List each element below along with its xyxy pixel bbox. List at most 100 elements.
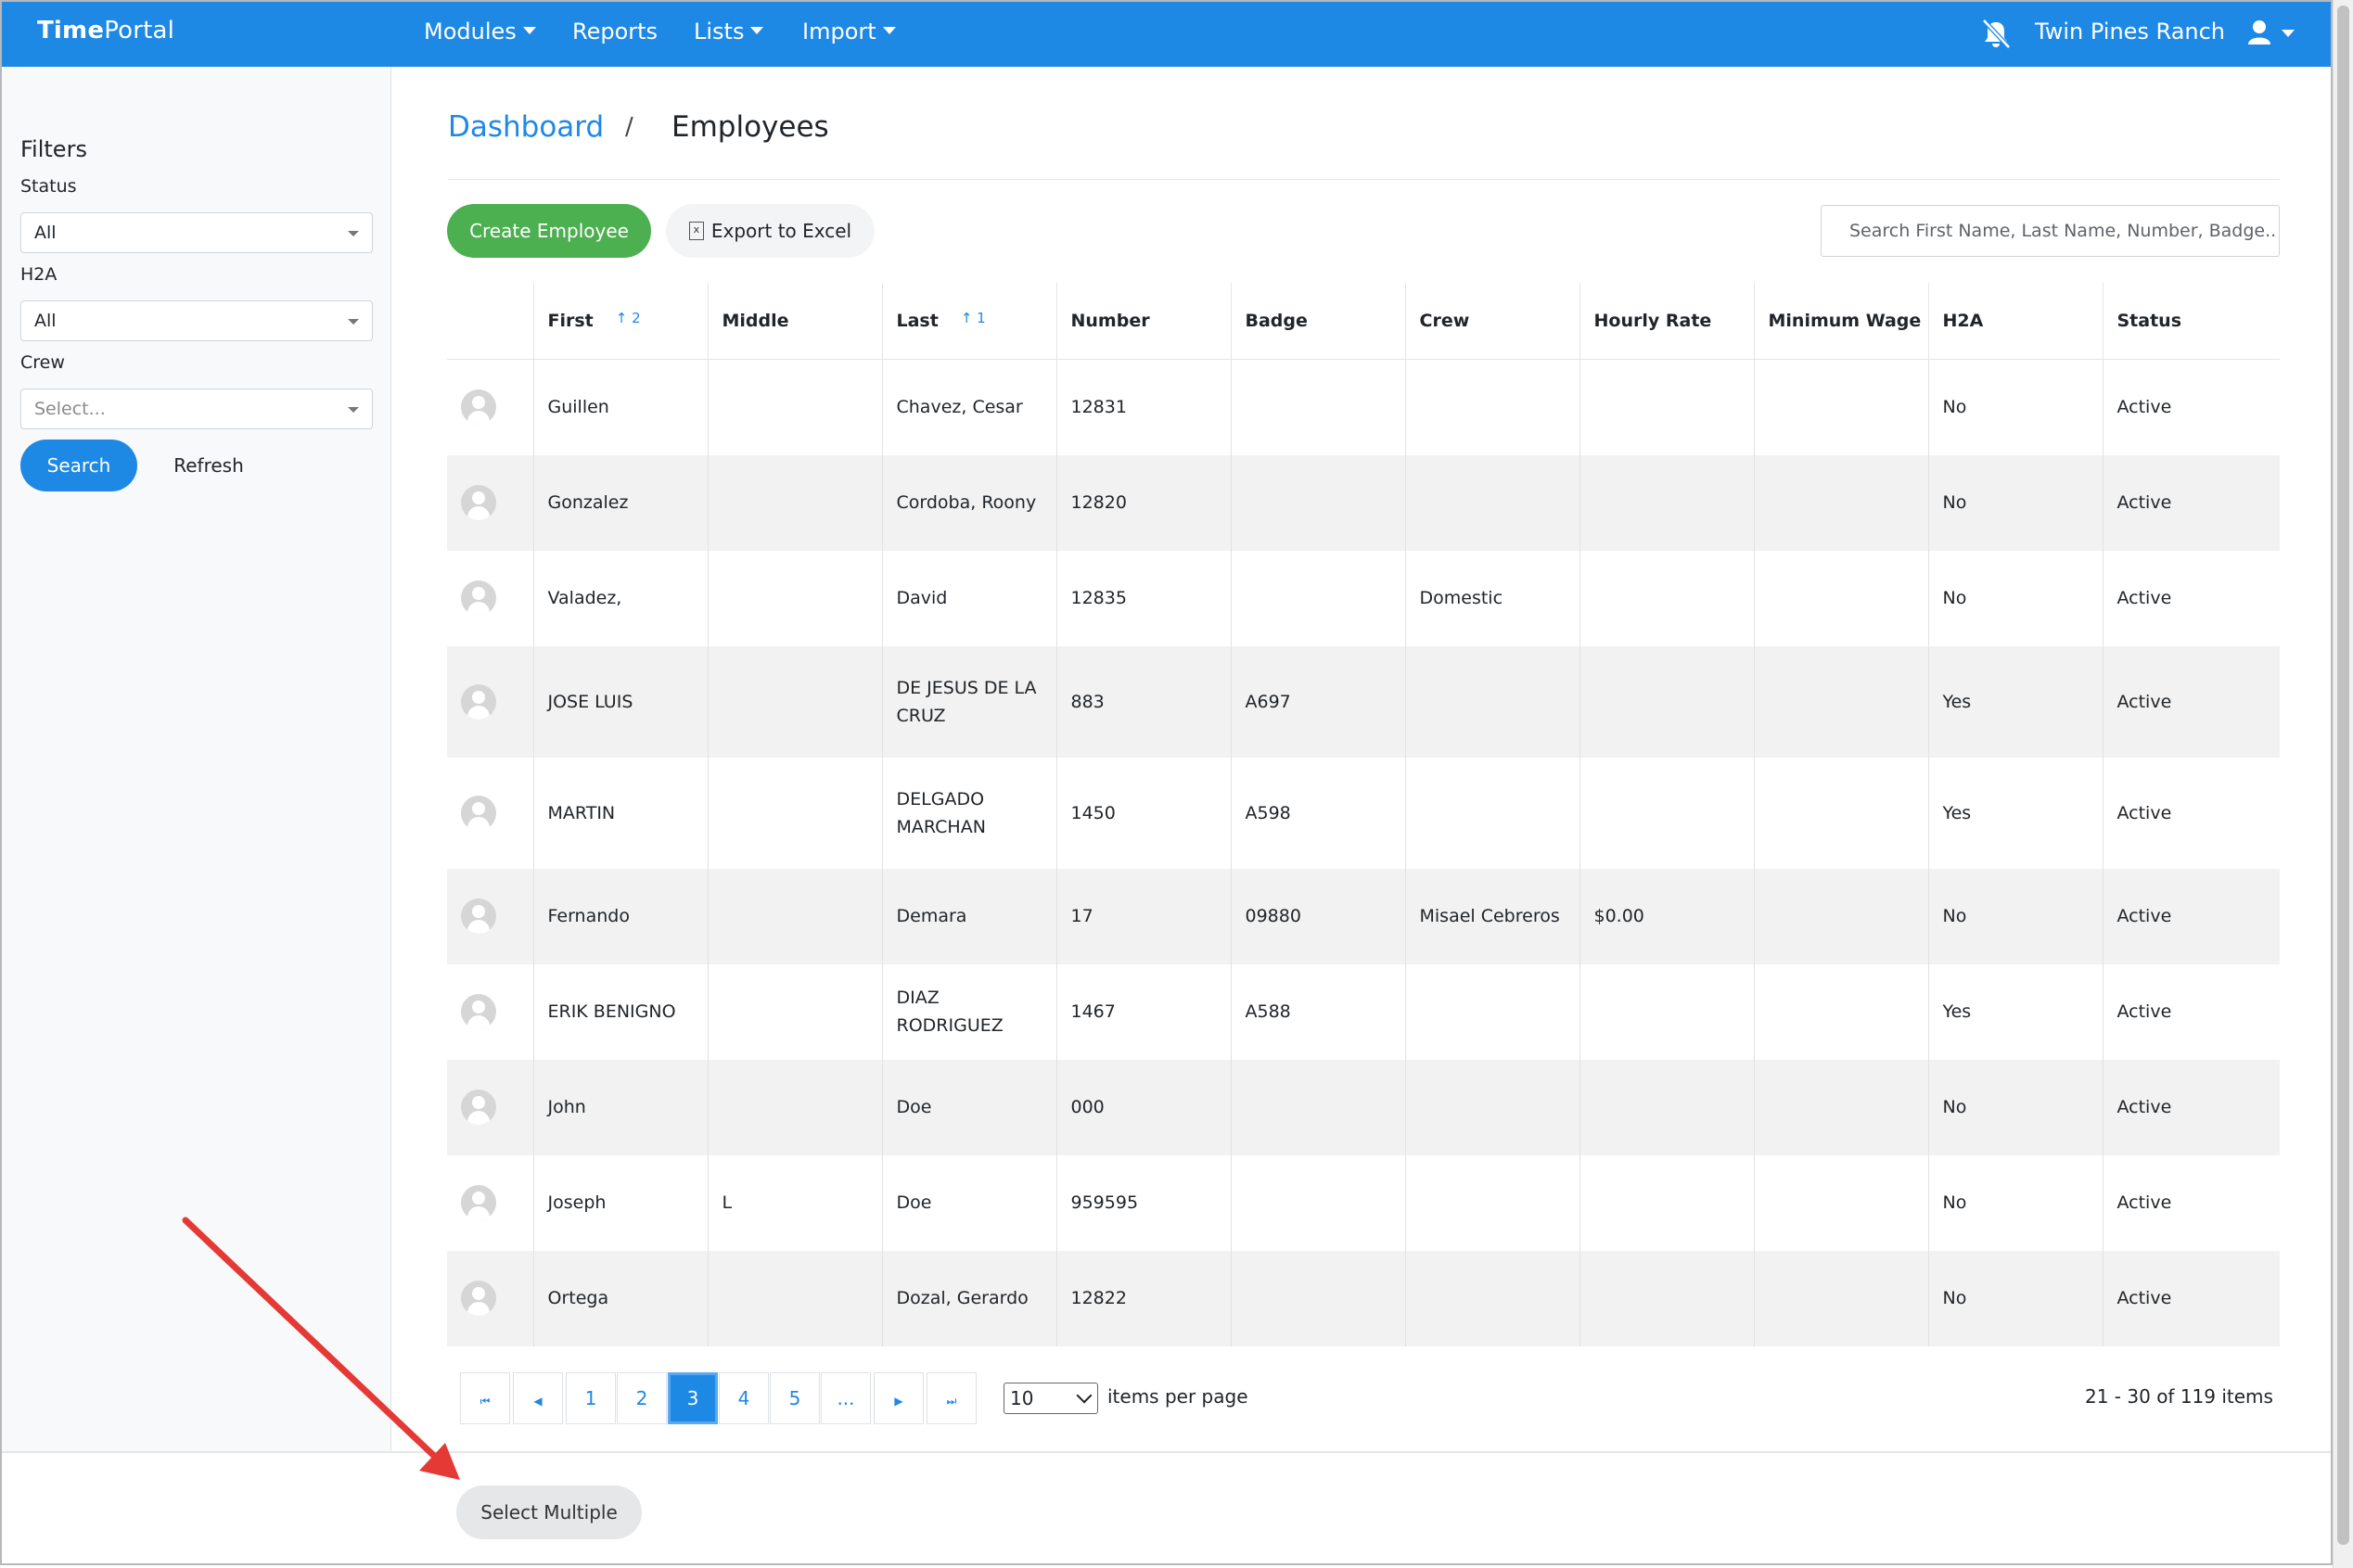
- cell-first: Ortega: [532, 1250, 708, 1346]
- table-row[interactable]: JOSE LUIS DE JESUS DE LA CRUZ 883 A697 Yes Ac…: [447, 645, 2280, 758]
- column-header-hourly-rate[interactable]: Hourly Rate: [1579, 283, 1754, 360]
- previous-page-button[interactable]: ◀: [513, 1372, 563, 1424]
- next-page-button[interactable]: ▶: [874, 1372, 924, 1424]
- cell-middle: [707, 550, 882, 646]
- last-page-button[interactable]: ⏭: [927, 1372, 977, 1424]
- breadcrumb-separator: /: [625, 113, 633, 141]
- column-header-number[interactable]: Number: [1055, 283, 1231, 360]
- scrollbar-thumb[interactable]: [2337, 6, 2349, 1545]
- ranch-name[interactable]: Twin Pines Ranch: [2035, 19, 2225, 45]
- cell-hourly-rate: [1579, 454, 1754, 551]
- employee-search-input[interactable]: [1821, 205, 2280, 257]
- column-header-h2a[interactable]: H2A: [1927, 283, 2103, 360]
- column-header-minimum-wage[interactable]: Minimum Wage: [1753, 283, 1928, 360]
- column-header-middle[interactable]: Middle: [707, 283, 882, 360]
- page-button[interactable]: 2: [617, 1372, 667, 1424]
- cell-h2a: No: [1927, 1154, 2103, 1251]
- table-header-row: First ↑ 2 Middle Last ↑ 1 Number Badge Cre…: [447, 283, 2280, 360]
- table-row[interactable]: Gonzalez Cordoba, Roony 12820 No Active: [447, 454, 2280, 551]
- nav-lists-dropdown[interactable]: Lists: [694, 19, 764, 45]
- table-row[interactable]: Joseph L Doe 959595 No Active: [447, 1154, 2280, 1251]
- column-header-last[interactable]: Last ↑ 1: [881, 283, 1056, 360]
- crew-filter-select[interactable]: Select...: [20, 389, 373, 429]
- cell-crew: [1404, 963, 1579, 1060]
- cell-hourly-rate: [1579, 757, 1754, 869]
- cell-status: Active: [2102, 963, 2280, 1060]
- page-title: Employees: [671, 110, 829, 144]
- nav-modules-dropdown[interactable]: Modules: [424, 19, 536, 45]
- cell-number: 1450: [1055, 757, 1231, 869]
- cell-badge: A598: [1230, 757, 1405, 869]
- cell-crew: [1404, 757, 1579, 869]
- table-row[interactable]: John Doe 000 No Active: [447, 1059, 2280, 1155]
- cell-first: Valadez,: [532, 550, 708, 646]
- cell-minimum-wage: [1753, 1059, 1928, 1155]
- cell-h2a: Yes: [1927, 645, 2103, 758]
- cell-last: Cordoba, Roony: [881, 454, 1056, 551]
- brand-logo[interactable]: TimePortal: [37, 17, 174, 45]
- cell-number: 12820: [1055, 454, 1231, 551]
- top-navbar: TimePortal Modules Reports Lists Import …: [2, 2, 2331, 67]
- table-row[interactable]: Fernando Demara 17 09880 Misael Cebreros $0.0…: [447, 868, 2280, 964]
- cell-minimum-wage: [1753, 1250, 1928, 1346]
- nav-reports[interactable]: Reports: [572, 19, 658, 45]
- cell-middle: [707, 359, 882, 455]
- table-row[interactable]: Guillen Chavez, Cesar 12831 No Active: [447, 359, 2280, 455]
- table-row[interactable]: Ortega Dozal, Gerardo 12822 No Active: [447, 1250, 2280, 1346]
- vertical-scrollbar[interactable]: [2333, 0, 2353, 1568]
- column-header-first[interactable]: First ↑ 2: [532, 283, 708, 360]
- page-button[interactable]: 1: [566, 1372, 616, 1424]
- caret-down-icon: [750, 27, 764, 34]
- cell-status: Active: [2102, 1250, 2280, 1346]
- cell-minimum-wage: [1753, 645, 1928, 758]
- cell-number: 959595: [1055, 1154, 1231, 1251]
- cell-hourly-rate: [1579, 359, 1754, 455]
- cell-middle: [707, 963, 882, 1060]
- cell-middle: [707, 1250, 882, 1346]
- excel-file-icon: x: [688, 221, 704, 240]
- bell-slash-icon[interactable]: [1977, 15, 2014, 52]
- column-header-badge[interactable]: Badge: [1230, 283, 1405, 360]
- page-button[interactable]: 5: [770, 1372, 820, 1424]
- cell-badge: [1230, 1059, 1405, 1155]
- cell-hourly-rate: $0.00: [1579, 868, 1754, 964]
- table-row[interactable]: Valadez, David 12835 Domestic No Active: [447, 550, 2280, 646]
- cell-status: Active: [2102, 550, 2280, 646]
- cell-number: 883: [1055, 645, 1231, 758]
- column-header-crew[interactable]: Crew: [1404, 283, 1579, 360]
- nav-import-dropdown[interactable]: Import: [802, 19, 896, 45]
- app-window: TimePortal Modules Reports Lists Import …: [0, 0, 2333, 1565]
- table-row[interactable]: MARTIN DELGADO MARCHAN 1450 A598 Yes Active: [447, 757, 2280, 869]
- cell-crew: [1404, 359, 1579, 455]
- avatar-cell: [447, 1250, 533, 1346]
- select-multiple-button[interactable]: Select Multiple: [456, 1485, 642, 1539]
- refresh-button[interactable]: Refresh: [158, 440, 260, 491]
- search-button[interactable]: Search: [20, 440, 137, 491]
- export-excel-button[interactable]: x Export to Excel: [666, 204, 875, 258]
- cell-hourly-rate: [1579, 1059, 1754, 1155]
- create-employee-button[interactable]: Create Employee: [447, 204, 651, 258]
- cell-h2a: No: [1927, 454, 2103, 551]
- cell-first: Guillen: [532, 359, 708, 455]
- items-per-page-select[interactable]: 10: [1004, 1383, 1098, 1414]
- caret-down-icon: [348, 407, 359, 413]
- cell-minimum-wage: [1753, 454, 1928, 551]
- more-pages-button[interactable]: ...: [821, 1372, 871, 1424]
- status-filter-label: Status: [20, 176, 77, 197]
- column-header-status[interactable]: Status: [2102, 283, 2280, 360]
- cell-middle: [707, 757, 882, 869]
- status-filter-select[interactable]: All: [20, 212, 373, 253]
- table-row[interactable]: ERIK BENIGNO DIAZ RODRIGUEZ 1467 A588 Yes Act…: [447, 963, 2280, 1060]
- page-button-current[interactable]: 3: [668, 1372, 718, 1424]
- cell-crew: [1404, 645, 1579, 758]
- skip-first-icon: ⏮: [480, 1395, 491, 1408]
- first-page-button[interactable]: ⏮: [460, 1372, 510, 1424]
- cell-middle: L: [707, 1154, 882, 1251]
- h2a-filter-select[interactable]: All: [20, 300, 373, 341]
- breadcrumb-dashboard-link[interactable]: Dashboard: [448, 110, 604, 144]
- cell-h2a: No: [1927, 868, 2103, 964]
- user-menu-icon[interactable]: [2246, 17, 2302, 50]
- filters-title: Filters: [20, 136, 87, 162]
- page-button[interactable]: 4: [719, 1372, 769, 1424]
- cell-last: DIAZ RODRIGUEZ: [881, 963, 1056, 1060]
